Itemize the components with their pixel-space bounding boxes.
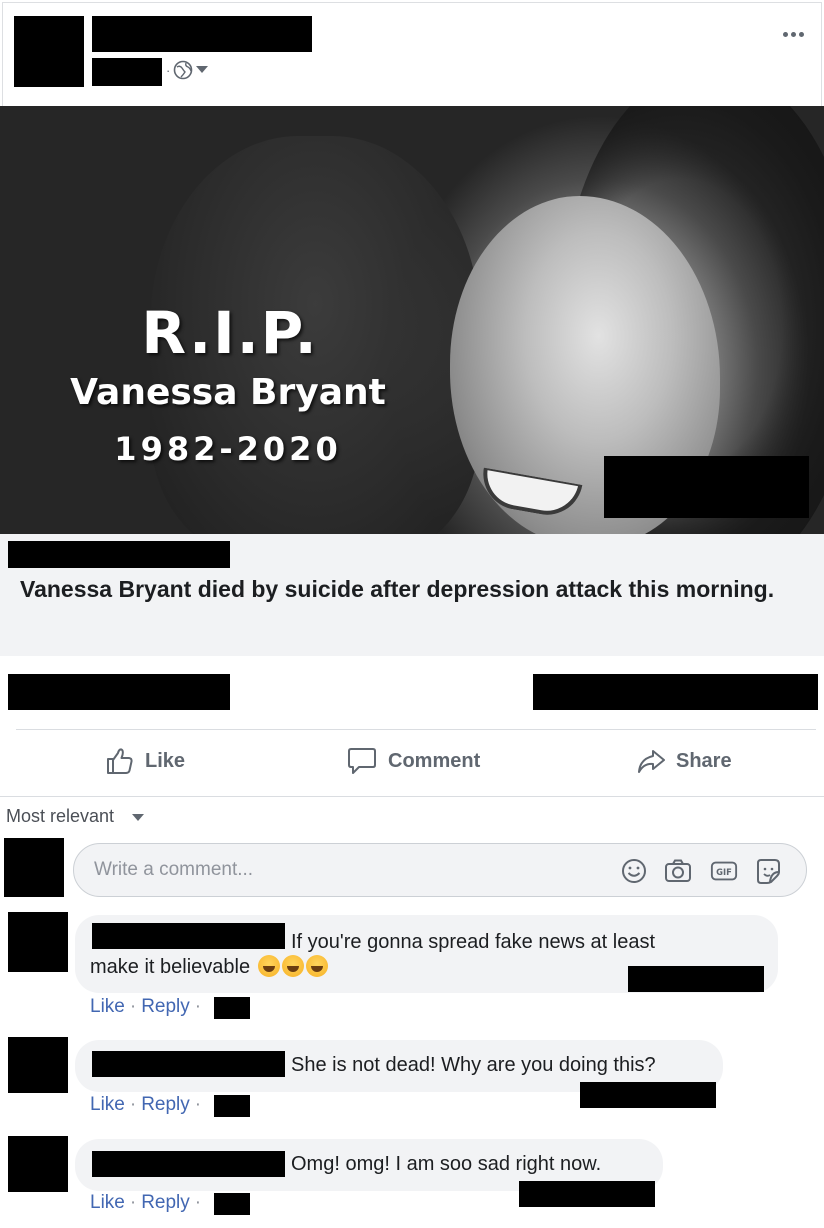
svg-text:GIF: GIF <box>716 867 732 877</box>
comment-reactions-redacted[interactable] <box>628 966 764 992</box>
commenter-avatar-redacted[interactable] <box>8 1136 68 1192</box>
commenter-name-redacted[interactable] <box>92 1151 285 1177</box>
comment-time-redacted[interactable] <box>214 1193 250 1215</box>
separator: · <box>194 996 202 1017</box>
comment-actions: Like · Reply · <box>90 1094 201 1116</box>
post-caption: Vanessa Bryant died by suicide after dep… <box>20 576 775 602</box>
author-avatar-redacted[interactable] <box>14 16 84 87</box>
thumbs-up-icon <box>105 746 135 776</box>
emoji-icon[interactable] <box>620 857 648 885</box>
commenter-name-redacted[interactable] <box>92 923 285 949</box>
sticker-icon[interactable] <box>754 857 782 885</box>
divider <box>0 796 824 797</box>
globe-icon[interactable] <box>173 60 193 80</box>
separator: · <box>129 1094 137 1115</box>
share-arrow-icon <box>636 746 666 776</box>
photo-overlay-rip: R.I.P. <box>141 299 319 367</box>
separator: · <box>129 1192 137 1213</box>
share-label: Share <box>676 749 732 772</box>
separator: · <box>194 1192 202 1213</box>
comment-like-link[interactable]: Like <box>90 1192 125 1214</box>
photo-overlay-name: Vanessa Bryant <box>70 372 386 413</box>
comment-count-redacted[interactable] <box>533 674 818 710</box>
comment-text-continued: make it believable <box>90 956 251 978</box>
comment-input[interactable] <box>94 856 574 884</box>
share-button[interactable]: Share <box>636 745 732 777</box>
comment-label: Comment <box>388 749 481 772</box>
post-meta: · <box>166 60 209 80</box>
caption-source-redacted[interactable] <box>8 541 230 568</box>
comment-like-link[interactable]: Like <box>90 1094 125 1116</box>
author-name-redacted[interactable] <box>92 16 312 52</box>
photo-overlay-years: 1982-2020 <box>114 430 342 468</box>
comment-actions: Like · Reply · <box>90 996 201 1018</box>
comment-time-redacted[interactable] <box>214 1095 250 1117</box>
crying-emoji-icon <box>281 955 304 977</box>
comment-reactions-redacted[interactable] <box>580 1082 716 1108</box>
crying-emoji-icon <box>305 955 328 977</box>
post-photo[interactable]: R.I.P. Vanessa Bryant 1982-2020 <box>0 106 824 534</box>
laughing-emoji-icon <box>257 955 280 977</box>
separator: · <box>129 996 137 1017</box>
comment-reply-link[interactable]: Reply <box>141 996 190 1018</box>
privacy-dropdown-caret-icon[interactable] <box>196 66 209 74</box>
gif-icon[interactable]: GIF <box>710 857 738 885</box>
comment-text: If you're gonna spread fake news at leas… <box>291 931 656 953</box>
chevron-down-icon <box>132 806 145 827</box>
comment-actions: Like · Reply · <box>90 1192 201 1214</box>
meta-separator: · <box>166 62 171 78</box>
comment-button[interactable]: Comment <box>346 745 480 777</box>
comment-reply-link[interactable]: Reply <box>141 1192 190 1214</box>
camera-icon[interactable] <box>664 857 692 885</box>
comment-reply-link[interactable]: Reply <box>141 1094 190 1116</box>
photo-watermark-redacted <box>604 456 809 518</box>
comment-time-redacted[interactable] <box>214 997 250 1019</box>
comment-text: She is not dead! Why are you doing this? <box>291 1054 656 1076</box>
speech-bubble-icon <box>346 746 378 776</box>
commenter-avatar-redacted[interactable] <box>8 912 68 972</box>
like-button[interactable]: Like <box>105 745 185 777</box>
comment-like-link[interactable]: Like <box>90 996 125 1018</box>
commenter-name-redacted[interactable] <box>92 1051 285 1077</box>
more-options-icon[interactable] <box>778 24 808 44</box>
comment-text: Omg! omg! I am soo sad right now. <box>291 1153 602 1175</box>
comment-reactions-redacted[interactable] <box>519 1181 655 1207</box>
comment-text-line2: make it believable <box>90 955 328 980</box>
post-timestamp-redacted[interactable] <box>92 58 162 86</box>
separator: · <box>194 1094 202 1115</box>
sort-label: Most relevant <box>6 806 115 826</box>
divider <box>16 729 816 730</box>
current-user-avatar-redacted[interactable] <box>4 838 64 897</box>
post-card: · R.I.P. Vanessa Bryant 1982-2020 Vaness… <box>0 0 824 1228</box>
commenter-avatar-redacted[interactable] <box>8 1037 68 1093</box>
comment-composer: GIF <box>73 843 807 897</box>
reactions-summary-redacted[interactable] <box>8 674 230 710</box>
sort-comments-dropdown[interactable]: Most relevant <box>6 806 145 827</box>
like-label: Like <box>145 749 186 772</box>
